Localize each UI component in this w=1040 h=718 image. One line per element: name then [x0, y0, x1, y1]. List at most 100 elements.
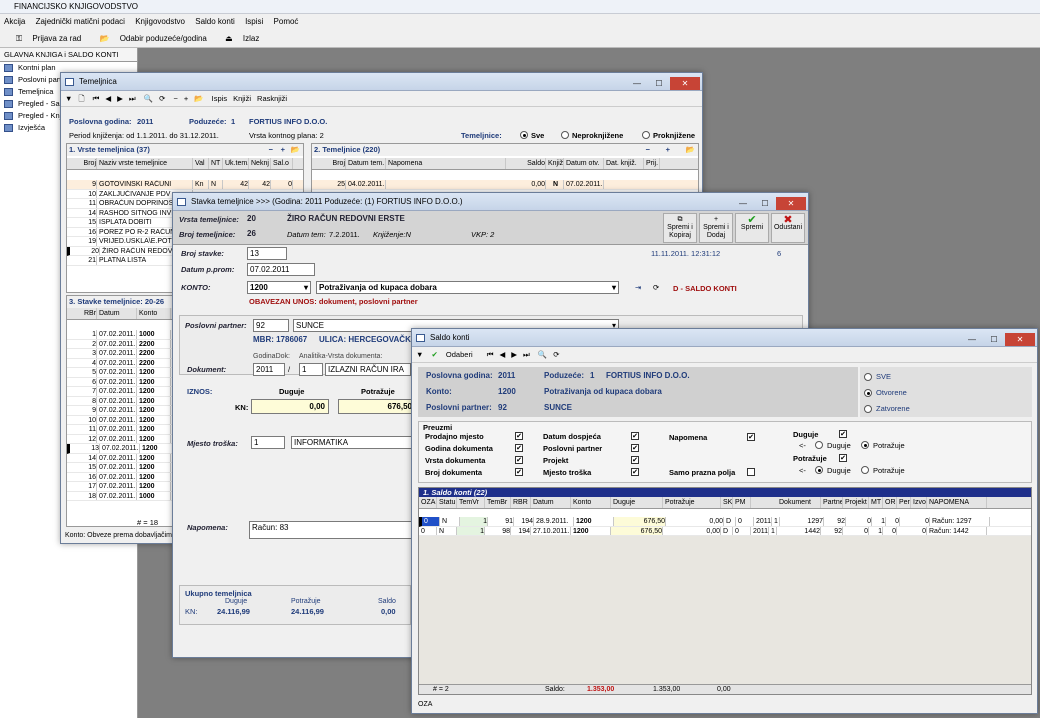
plus-icon[interactable]: + — [184, 94, 188, 103]
menu-knjigovodstvo[interactable]: Knjigovodstvo — [135, 17, 185, 26]
prev-icon[interactable]: ◀ — [499, 350, 505, 359]
menu-zajednicki[interactable]: Zajednički matični podaci — [36, 17, 125, 26]
menu-ispisi[interactable]: Ispisi — [245, 17, 263, 26]
vrste-minus-icon[interactable]: − — [269, 144, 273, 156]
table-row[interactable]: 15 07.02.2011. 1200 — [67, 463, 173, 473]
table-row[interactable]: 6 07.02.2011. 1200 — [67, 377, 173, 387]
potrazuje-radio-2[interactable] — [861, 466, 869, 474]
maximize-button[interactable]: ☐ — [983, 333, 1005, 346]
exit-button[interactable]: ⏏ Izlaz — [217, 34, 259, 43]
post-button[interactable]: Knjiži — [233, 94, 251, 103]
table-row[interactable]: 12 07.02.2011. 1200 — [67, 434, 173, 444]
napomena-checkbox[interactable]: ✔ — [747, 433, 755, 441]
refresh-icon[interactable]: ⟳ — [553, 350, 559, 359]
konto-naziv-select[interactable]: Potraživanja od kupaca dobara ▾ — [316, 281, 619, 294]
table-row[interactable]: 5 07.02.2011. 1200 — [67, 368, 173, 378]
opt-otvorene-radio[interactable] — [864, 389, 872, 397]
table-row[interactable]: 3 07.02.2011. 2200 — [67, 349, 173, 359]
prev-icon[interactable]: ◀ — [105, 94, 111, 103]
datum-prom-input[interactable]: 07.02.2011 — [247, 263, 315, 276]
opt-zatvorene-radio[interactable] — [864, 405, 872, 413]
print-button[interactable]: Ispis — [212, 94, 227, 103]
refresh-icon[interactable]: ⟳ — [159, 94, 165, 103]
tem-minus-icon[interactable]: − — [646, 144, 650, 156]
table-row[interactable]: 4 07.02.2011. 2200 — [67, 358, 173, 368]
first-icon[interactable]: ⏮ — [93, 94, 100, 103]
next-icon[interactable]: ▶ — [511, 350, 517, 359]
table-row[interactable]: 2 07.02.2011. 2200 — [67, 339, 173, 349]
menu-pomoc[interactable]: Pomoć — [274, 17, 299, 26]
potrazuje-radio-1[interactable] — [861, 441, 869, 449]
duguje-radio-2[interactable] — [815, 466, 823, 474]
first-icon[interactable]: ⏮ — [487, 350, 494, 359]
potrazuje-checkbox[interactable]: ✔ — [839, 454, 847, 462]
temeljnica-titlebar[interactable]: Temeljnica — ☐ ✕ — [61, 73, 702, 91]
last-icon[interactable]: ⏭ — [523, 350, 530, 359]
table-row[interactable]: 1 07.02.2011. 1000 — [67, 330, 173, 340]
close-button[interactable]: ✕ — [670, 77, 700, 90]
menu-saldo-konti[interactable]: Saldo konti — [195, 17, 235, 26]
maximize-button[interactable]: ☐ — [754, 197, 776, 210]
cancel-button[interactable]: ✖ Odustani — [771, 213, 805, 243]
vrste-plus-icon[interactable]: + — [281, 144, 285, 156]
col2-checkbox-1[interactable]: ✔ — [631, 444, 639, 452]
login-button[interactable]: ⚿ Prijava za rad — [8, 34, 81, 43]
save-add-button[interactable]: + Spremi i Dodaj — [699, 213, 733, 243]
table-row[interactable]: 0 N 1 98 194 27.10.2011. 1200 676,50 0,00 D 0 2011 1… — [419, 526, 1031, 536]
close-button[interactable]: ✕ — [776, 197, 806, 210]
konto-refresh-icon[interactable]: ⟳ — [653, 283, 659, 292]
napomena-input[interactable]: Račun: 83 — [249, 521, 415, 539]
table-row[interactable]: 13 07.02.2011. 1200 — [67, 444, 173, 454]
filter-proknjizene-radio[interactable] — [642, 131, 650, 139]
potrazuje-input[interactable]: 676,50 — [338, 399, 416, 414]
table-row[interactable]: 18 07.02.2011. 1000 — [67, 491, 173, 501]
table-row[interactable]: 8 07.02.2011. 1200 — [67, 396, 173, 406]
select-button[interactable]: ✔ Odaberi — [432, 350, 479, 359]
maximize-button[interactable]: ☐ — [648, 77, 670, 90]
save-copy-button[interactable]: ⧉ Spremi i Kopiraj — [663, 213, 697, 243]
duguje-radio-1[interactable] — [815, 441, 823, 449]
new-doc-icon[interactable]: 🗋 — [78, 94, 84, 103]
col1-checkbox-1[interactable]: ✔ — [515, 444, 523, 452]
col2-checkbox-2[interactable]: ✔ — [631, 456, 639, 464]
table-row[interactable]: 0 N 1 91 194 28.9.2011. 1200 676,50 0,00 D 0 2011 1 1… — [419, 517, 1031, 527]
mjesto-troska-input[interactable]: 1 — [251, 436, 285, 449]
analitika-input[interactable]: 1 — [299, 363, 323, 376]
col2-checkbox-0[interactable]: ✔ — [631, 432, 639, 440]
close-button[interactable]: ✕ — [1005, 333, 1035, 346]
minimize-button[interactable]: — — [626, 77, 648, 90]
filter-sve-radio[interactable] — [520, 131, 528, 139]
table-row[interactable]: 25 04.02.2011. 0,00 N 07.02.2011. — [312, 180, 698, 190]
col2-checkbox-3[interactable]: ✔ — [631, 468, 639, 476]
table-row[interactable]: 9 GOTOVINSKI RAČUNI Kn N 42 42 0 — [67, 180, 303, 190]
col1-checkbox-2[interactable]: ✔ — [515, 456, 523, 464]
filter-icon[interactable]: ▼ — [65, 94, 72, 103]
filter-neproknjizene-radio[interactable] — [561, 131, 569, 139]
open-folder-icon[interactable]: 📂 — [194, 94, 203, 103]
tem-plus-icon[interactable]: + — [666, 144, 670, 156]
vrste-folder-icon[interactable]: 📂 — [291, 144, 300, 156]
saldo-konti-titlebar[interactable]: Saldo konti — ☐ ✕ — [412, 329, 1037, 347]
table-row[interactable]: 16 07.02.2011. 1200 — [67, 472, 173, 482]
duguje-input[interactable]: 0,00 — [251, 399, 329, 414]
col1-checkbox-3[interactable]: ✔ — [515, 468, 523, 476]
unpost-button[interactable]: Rasknjiži — [257, 94, 287, 103]
minimize-button[interactable]: — — [961, 333, 983, 346]
table-row[interactable]: 7 07.02.2011. 1200 — [67, 387, 173, 397]
table-row[interactable]: 14 07.02.2011. 1200 — [67, 453, 173, 463]
next-icon[interactable]: ▶ — [117, 94, 123, 103]
tem-folder-icon[interactable]: 📂 — [686, 144, 695, 156]
filter-icon[interactable]: ▼ — [416, 350, 423, 359]
partner-input[interactable]: 92 — [253, 319, 289, 332]
table-row[interactable]: 9 07.02.2011. 1200 — [67, 406, 173, 416]
godinadok-input[interactable]: 2011 — [253, 363, 285, 376]
minimize-button[interactable]: — — [732, 197, 754, 210]
table-row[interactable]: 10 07.02.2011. 1200 — [67, 415, 173, 425]
opt-sve-radio[interactable] — [864, 373, 872, 381]
save-button[interactable]: ✔ Spremi — [735, 213, 769, 243]
samo-prazna-checkbox[interactable] — [747, 468, 755, 476]
broj-stavke-input[interactable]: 13 — [247, 247, 287, 260]
table-row[interactable]: 11 07.02.2011. 1200 — [67, 425, 173, 435]
konto-select[interactable]: 1200 ▾ — [247, 281, 311, 294]
search-icon[interactable]: 🔍 — [538, 350, 547, 359]
